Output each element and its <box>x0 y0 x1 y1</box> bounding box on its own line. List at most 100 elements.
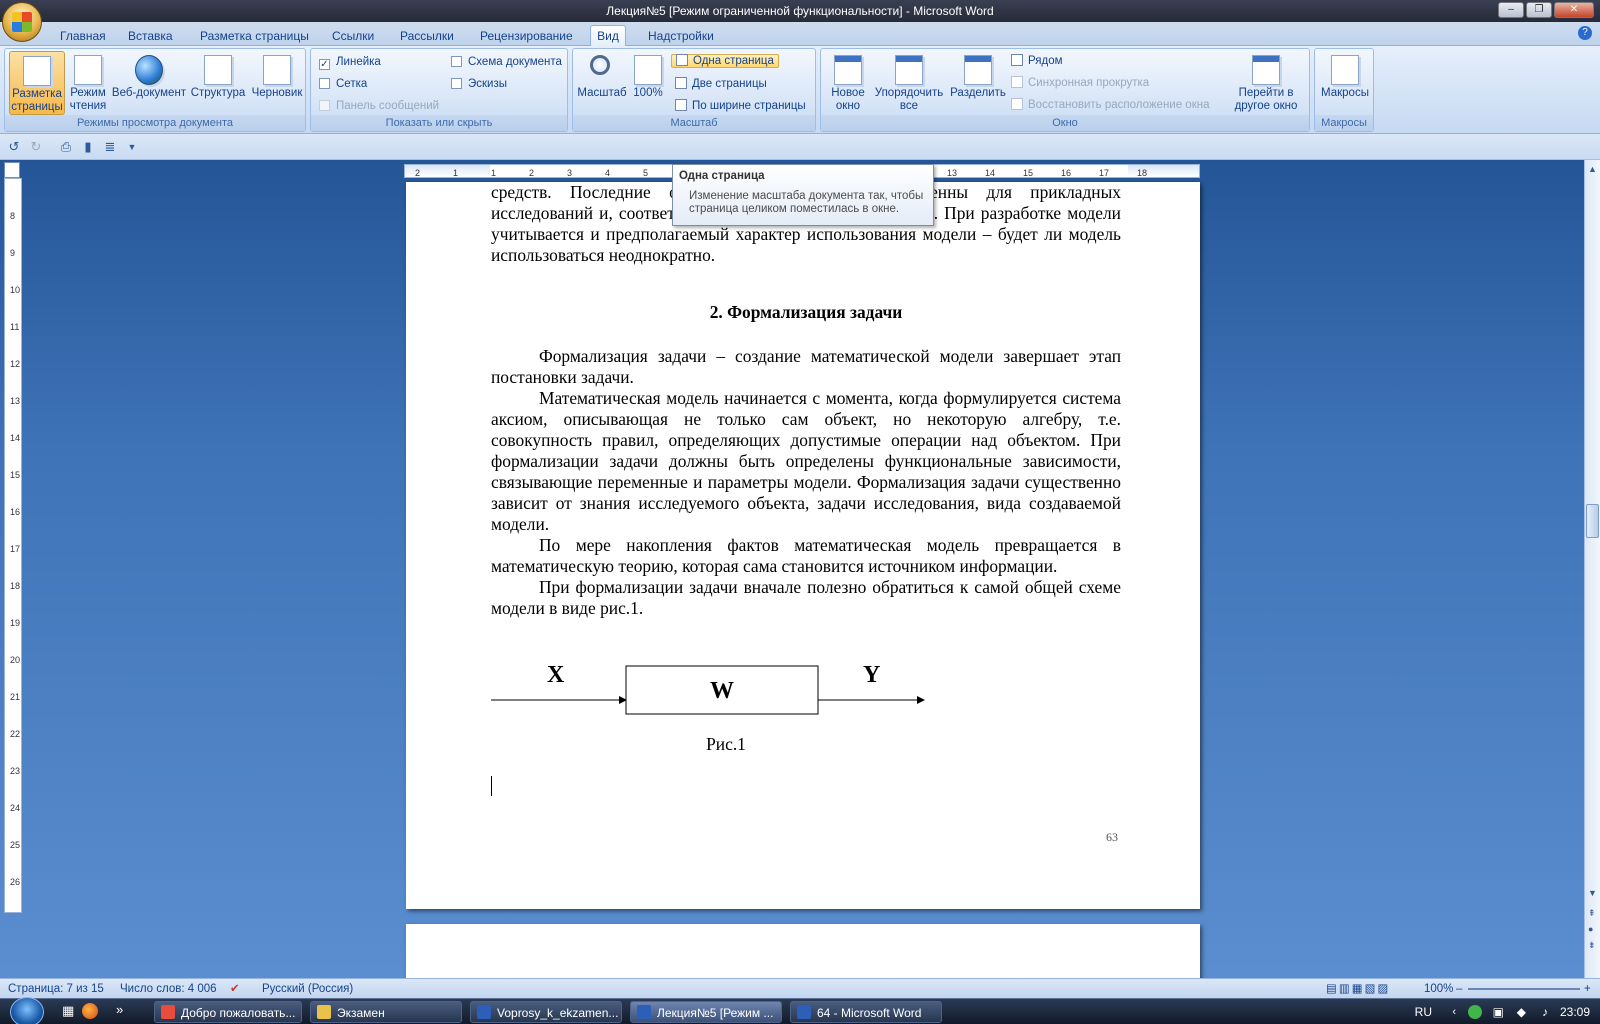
restore-button[interactable]: ❐ <box>1526 2 1552 18</box>
quick-access-toolbar: ↺ ↻ ⎙ ▮ ≣ ▼ <box>0 134 1600 160</box>
tab-mailings[interactable]: Рассылки <box>396 26 458 46</box>
language-indicator[interactable]: RU <box>1415 999 1432 1024</box>
ribbon: Разметка страницы Режим чтения Веб-докумен… <box>0 46 1600 134</box>
group-label: Показать или скрыть <box>311 115 567 131</box>
page-count-status[interactable]: Страница: 7 из 15 <box>8 979 104 999</box>
zoom-level[interactable]: 100% <box>1424 979 1453 999</box>
vertical-scrollbar[interactable]: ▲ ▼ ⇞ ● ⇟ <box>1584 160 1600 978</box>
ruler-tick-label: 22 <box>10 729 20 739</box>
word-count-status[interactable]: Число слов: 4 006 <box>120 979 217 999</box>
taskbar-item[interactable]: Voprosy_k_ekzamen... <box>470 1001 622 1023</box>
ruler-tick-label: 15 <box>10 470 20 480</box>
macros-button[interactable]: Макросы <box>1317 51 1373 115</box>
chart-icon[interactable]: ▮ <box>80 139 96 155</box>
clock[interactable]: 23:09 <box>1560 999 1590 1024</box>
quick-launch-more-icon[interactable]: » <box>116 1002 123 1017</box>
split-button[interactable]: Разделить <box>947 51 1009 115</box>
previous-page-icon[interactable]: ⇞ <box>1588 908 1596 919</box>
side-by-side-icon <box>1011 54 1023 66</box>
reset-window-icon <box>1011 98 1023 110</box>
macros-icon <box>1331 55 1359 85</box>
document-page[interactable]: средств. Последние ограничения особенно … <box>406 182 1200 909</box>
taskbar-item[interactable]: Экзамен <box>310 1001 462 1023</box>
checkbox-icon <box>319 78 330 89</box>
web-layout-button[interactable]: Веб-документ <box>111 51 187 115</box>
network-icon[interactable]: ▣ <box>1493 999 1504 1024</box>
tab-addins[interactable]: Надстройки <box>644 26 718 46</box>
tab-home[interactable]: Главная <box>56 26 110 46</box>
arrange-all-button[interactable]: Упорядочить все <box>871 51 947 115</box>
view-shortcuts[interactable]: ▤▥▦▧▨ <box>1326 979 1390 999</box>
zoom-100-button[interactable]: 100% <box>629 51 667 115</box>
customize-arrow-icon[interactable]: ▼ <box>124 139 140 155</box>
ruler-tick-label: 8 <box>10 211 15 221</box>
firefox-icon[interactable] <box>82 1003 98 1019</box>
thumbnails-checkbox[interactable]: Эскизы <box>451 75 507 93</box>
zoom-slider[interactable] <box>1468 988 1580 990</box>
new-window-button[interactable]: Новое окно <box>825 51 871 115</box>
scrollbar-thumb[interactable] <box>1586 504 1599 538</box>
zoom-in-button[interactable]: + <box>1584 979 1591 999</box>
zoom-out-button[interactable]: – <box>1456 979 1462 999</box>
view-side-by-side-button[interactable]: Рядом <box>1011 52 1063 70</box>
tray-expand-icon[interactable]: ‹ <box>1452 999 1456 1024</box>
checkbox-icon <box>451 56 462 67</box>
ruler-tick-label: 23 <box>10 766 20 776</box>
start-button[interactable] <box>10 997 44 1024</box>
language-status[interactable]: Русский (Россия) <box>262 979 353 999</box>
full-screen-reading-button[interactable]: Режим чтения <box>67 51 109 115</box>
checkbox-checked-icon: ✓ <box>319 59 330 70</box>
tab-page-layout[interactable]: Разметка страницы <box>196 26 313 46</box>
taskbar-item[interactable]: Добро пожаловать... <box>154 1001 302 1023</box>
one-page-button[interactable]: Одна страница <box>671 52 779 70</box>
spellcheck-icon[interactable]: ✔ <box>230 979 240 999</box>
skype-icon[interactable] <box>1468 1005 1482 1019</box>
two-pages-button[interactable]: Две страницы <box>675 75 767 93</box>
tab-selector[interactable] <box>4 162 20 178</box>
browse-object-icon[interactable]: ● <box>1588 924 1593 934</box>
show-desktop-icon[interactable]: ▦ <box>62 1003 74 1019</box>
tab-references[interactable]: Ссылки <box>328 26 378 46</box>
ruler-tick-label: 18 <box>1137 168 1147 178</box>
minimize-button[interactable]: – <box>1498 2 1524 18</box>
sync-scroll-icon <box>1011 76 1023 88</box>
close-button[interactable]: ✕ <box>1554 2 1594 18</box>
section-heading: 2. Формализация задачи <box>709 302 903 322</box>
draft-button[interactable]: Черновик <box>249 51 305 115</box>
document-map-checkbox[interactable]: Схема документа <box>451 53 562 71</box>
page-width-button[interactable]: По ширине страницы <box>675 97 806 115</box>
print-icon[interactable]: ⎙ <box>58 139 74 155</box>
tab-review[interactable]: Рецензирование <box>476 26 577 46</box>
scroll-down-arrow-icon[interactable]: ▼ <box>1588 888 1597 898</box>
taskbar-item[interactable]: 64 - Microsoft Word <box>790 1001 942 1023</box>
next-page[interactable] <box>406 924 1200 984</box>
group-label: Окно <box>821 115 1309 131</box>
tab-view[interactable]: Вид <box>590 25 626 47</box>
gridlines-checkbox[interactable]: Сетка <box>319 75 367 93</box>
switch-windows-button[interactable]: Перейти в другое окно <box>1225 51 1307 115</box>
tab-insert[interactable]: Вставка <box>124 26 177 46</box>
list-icon[interactable]: ≣ <box>102 139 118 155</box>
volume-icon[interactable]: ♪ <box>1542 999 1548 1024</box>
taskbar-item-active[interactable]: Лекция№5 [Режим ... <box>630 1001 782 1023</box>
group-label: Режимы просмотра документа <box>5 115 305 131</box>
ruler-tick-label: 24 <box>10 803 20 813</box>
ruler-tick-label: 3 <box>567 168 572 178</box>
help-icon[interactable]: ? <box>1578 26 1592 40</box>
figure-diagram: X W Y <box>491 662 925 715</box>
ruler-checkbox[interactable]: ✓ Линейка <box>319 53 381 71</box>
group-label: Масштаб <box>573 115 815 131</box>
chrome-icon <box>161 1005 175 1019</box>
undo-icon[interactable]: ↺ <box>6 139 22 155</box>
vertical-ruler[interactable]: 89101112131415161718192021222324252627 <box>4 178 22 913</box>
scroll-up-arrow-icon[interactable]: ▲ <box>1588 164 1597 174</box>
outline-button[interactable]: Структура <box>189 51 247 115</box>
security-icon[interactable]: ◆ <box>1517 999 1526 1024</box>
office-button[interactable] <box>2 2 42 42</box>
next-page-icon[interactable]: ⇟ <box>1588 940 1596 951</box>
zoom-button[interactable]: Масштаб <box>577 51 627 115</box>
group-macros: Макросы Макросы <box>1314 48 1374 132</box>
print-layout-button[interactable]: Разметка страницы <box>9 51 65 115</box>
ruler-tick-label: 2 <box>529 168 534 178</box>
ruler-tick-label: 12 <box>10 359 20 369</box>
